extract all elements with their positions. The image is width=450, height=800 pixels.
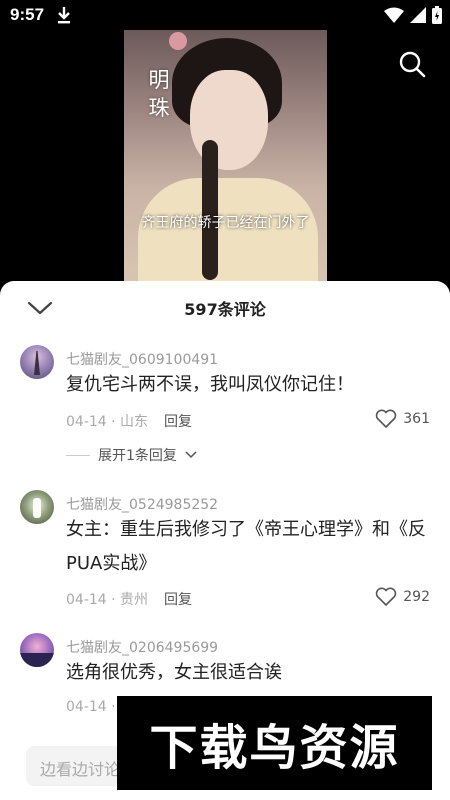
heart-icon — [376, 409, 397, 428]
status-time: 9:57 — [10, 5, 45, 24]
comments-header: 597条评论 — [0, 281, 450, 333]
watermark: 下载鸟资源 — [117, 696, 432, 790]
comment-input-placeholder: 边看边讨论 — [40, 760, 121, 779]
watermark-text: 下载鸟资源 — [149, 720, 400, 776]
chevron-down-icon — [185, 451, 197, 459]
status-icons — [384, 6, 442, 24]
comment-username[interactable]: 七猫剧友_0524985252 — [66, 494, 218, 514]
video-figure-ornament — [169, 32, 187, 50]
like-button[interactable]: 292 — [375, 587, 430, 607]
comment-text: 女主：重生后我修习了《帝王心理学》和《反PUA实战》 — [66, 519, 426, 574]
video-figure-braid — [202, 140, 218, 280]
video-frame[interactable]: 明珠 齐王府的轿子已经在门外了 — [124, 30, 327, 292]
comment-username[interactable]: 七猫剧友_0206495699 — [66, 637, 218, 657]
comment-date-location: 04-14 · 贵州 — [66, 592, 149, 608]
video-figure-dress — [138, 178, 318, 292]
like-count: 292 — [403, 589, 430, 605]
reply-button[interactable]: 回复 — [164, 589, 192, 609]
expand-replies-label: 展开1条回复 — [98, 448, 177, 464]
comments-count-title: 597条评论 — [184, 300, 266, 319]
comment-date-location: 04-14 · — [66, 699, 116, 715]
like-button[interactable]: 361 — [375, 409, 430, 429]
comment-text: 选角很优秀，女主很适合诶 — [66, 662, 282, 683]
comment-username[interactable]: 七猫剧友_0609100491 — [66, 349, 218, 369]
status-bar: 9:57 — [0, 0, 450, 30]
comment-date-location: 04-14 · 山东 — [66, 414, 149, 430]
avatar[interactable] — [20, 490, 54, 524]
battery-icon — [432, 6, 442, 24]
video-subtitle: 齐王府的轿子已经在门外了 — [141, 215, 310, 231]
download-icon — [58, 7, 70, 24]
expand-replies-button[interactable]: 展开1条回复 — [66, 445, 197, 465]
divider — [66, 454, 90, 456]
signal-icon — [410, 7, 426, 23]
video-player[interactable]: 明珠 齐王府的轿子已经在门外了 — [0, 30, 450, 292]
video-title-overlay: 明珠 — [148, 68, 170, 120]
reply-button[interactable]: 回复 — [164, 411, 192, 431]
comment-text: 复仇宅斗两不误，我叫凤仪你记住！ — [66, 374, 354, 395]
wifi-icon — [384, 7, 404, 23]
heart-icon — [376, 587, 397, 606]
avatar[interactable] — [20, 633, 54, 667]
avatar[interactable] — [20, 345, 54, 379]
like-count: 361 — [403, 411, 430, 427]
search-icon[interactable] — [398, 50, 426, 78]
